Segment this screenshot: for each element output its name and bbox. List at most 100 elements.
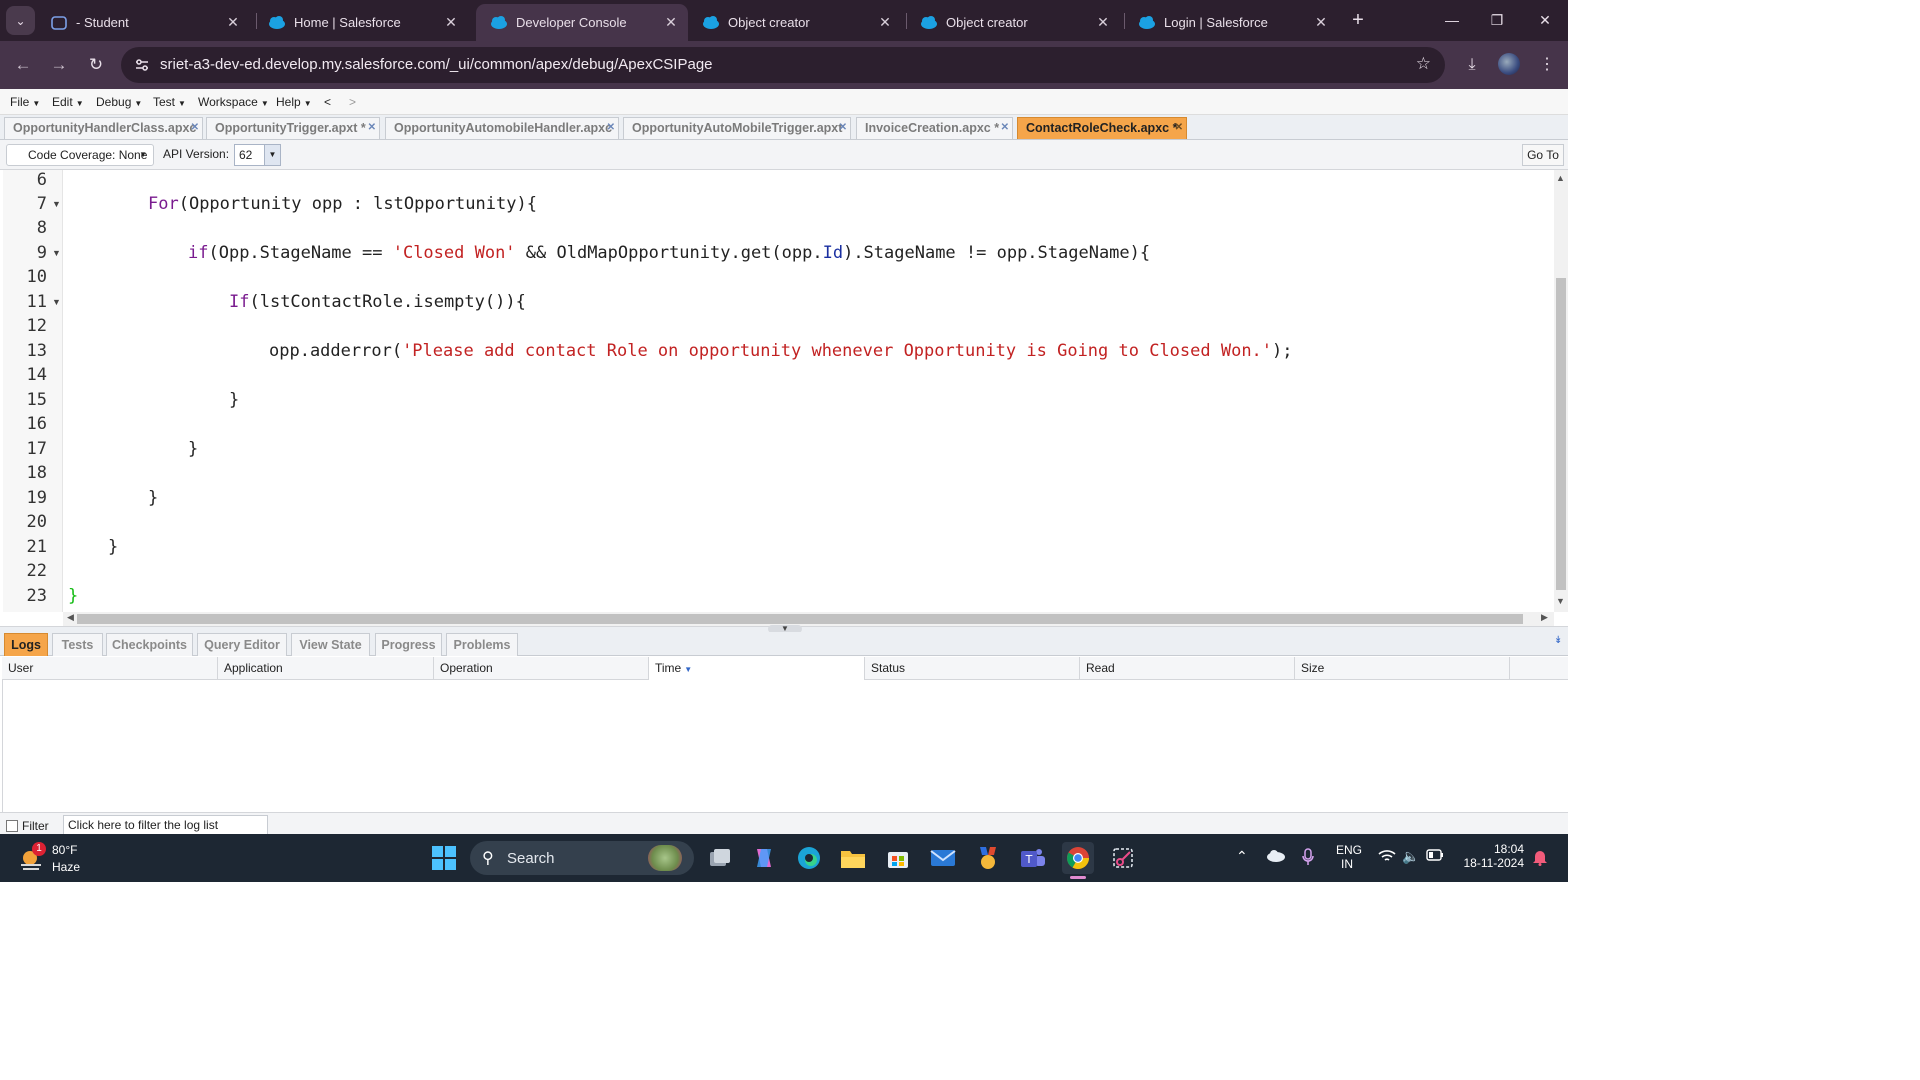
tab-progress[interactable]: Progress xyxy=(375,633,442,656)
chevron-up-icon[interactable]: ⌃ xyxy=(1236,848,1248,865)
forward-arrow-icon[interactable]: → xyxy=(47,53,71,77)
microphone-icon[interactable] xyxy=(1302,848,1314,869)
column-header-time[interactable]: Time ▼ xyxy=(649,657,865,680)
copilot-icon[interactable] xyxy=(748,842,780,874)
menu-workspace[interactable]: Workspace ▼ xyxy=(198,95,269,109)
microsoft-store-icon[interactable] xyxy=(882,842,914,874)
download-icon[interactable]: ⤓ xyxy=(1460,53,1484,77)
close-file-tab-icon[interactable]: ✕ xyxy=(191,118,199,138)
back-arrow-icon[interactable]: ← xyxy=(11,53,35,77)
menu-help[interactable]: Help ▼ xyxy=(276,95,312,109)
mail-icon[interactable] xyxy=(927,842,959,874)
browser-tab-developer-console[interactable]: Developer Console ✕ xyxy=(476,4,688,41)
code-coverage-select[interactable]: Code Coverage: None ▼ xyxy=(6,144,154,166)
close-file-tab-icon[interactable]: ✕ xyxy=(607,118,615,138)
tab-problems[interactable]: Problems xyxy=(446,633,518,656)
file-tab-active[interactable]: ContactRoleCheck.apxc * ✕ xyxy=(1017,117,1187,139)
close-tab-icon[interactable]: ✕ xyxy=(222,14,244,31)
language-indicator[interactable]: ENG IN xyxy=(1336,843,1362,871)
task-view-icon[interactable] xyxy=(704,842,736,874)
edge-browser-icon[interactable] xyxy=(793,842,825,874)
tab-query-editor[interactable]: Query Editor xyxy=(197,633,287,656)
file-tab[interactable]: InvoiceCreation.apxc * ✕ xyxy=(856,117,1013,139)
bookmark-star-icon[interactable]: ☆ xyxy=(1416,54,1431,74)
close-tab-icon[interactable]: ✕ xyxy=(1092,14,1114,31)
teams-icon[interactable]: T xyxy=(1017,842,1049,874)
tab-checkpoints[interactable]: Checkpoints xyxy=(106,633,193,656)
reload-icon[interactable]: ↻ xyxy=(84,53,108,77)
scrollbar-thumb[interactable] xyxy=(77,614,1523,624)
menu-debug[interactable]: Debug ▼ xyxy=(96,95,142,109)
minimize-icon[interactable]: — xyxy=(1437,8,1467,32)
battery-icon[interactable] xyxy=(1426,849,1444,864)
go-to-button[interactable]: Go To xyxy=(1522,144,1564,166)
notification-bell-icon[interactable] xyxy=(1532,848,1548,869)
column-header-operation[interactable]: Operation xyxy=(434,657,649,680)
filter-checkbox[interactable] xyxy=(6,820,18,832)
close-file-tab-icon[interactable]: ✕ xyxy=(1001,118,1009,138)
column-header-read[interactable]: Read xyxy=(1080,657,1295,680)
file-explorer-icon[interactable] xyxy=(837,842,869,874)
file-tab[interactable]: OpportunityTrigger.apxt * ✕ xyxy=(206,117,380,139)
windows-start-icon[interactable] xyxy=(428,842,460,874)
menu-test[interactable]: Test ▼ xyxy=(153,95,186,109)
clock[interactable]: 18:04 18-11-2024 xyxy=(1460,842,1525,870)
close-file-tab-icon[interactable]: ✕ xyxy=(839,118,847,138)
weather-widget[interactable]: 1 80°F Haze xyxy=(18,839,98,877)
fold-arrow-icon[interactable]: ▼ xyxy=(52,199,61,209)
browser-tab-object-creator[interactable]: Object creator ✕ xyxy=(688,4,902,41)
rewards-medal-icon[interactable] xyxy=(972,842,1004,874)
tab-tests[interactable]: Tests xyxy=(52,633,103,656)
scroll-up-icon[interactable]: ▲ xyxy=(1556,173,1565,183)
close-file-tab-icon[interactable]: ✕ xyxy=(1175,118,1183,138)
close-tab-icon[interactable]: ✕ xyxy=(1310,14,1332,31)
scroll-down-icon[interactable]: ▼ xyxy=(1556,596,1565,606)
speaker-icon[interactable]: 🔈 xyxy=(1402,848,1419,865)
history-back-button[interactable]: < xyxy=(324,95,331,109)
filter-log-input[interactable]: Click here to filter the log list xyxy=(63,815,268,835)
file-tab[interactable]: OpportunityAutoMobileTrigger.apxt ✕ xyxy=(623,117,851,139)
chrome-browser-icon[interactable] xyxy=(1062,842,1094,874)
taskbar-search-box[interactable]: ⚲ Search xyxy=(470,841,694,875)
api-version-select[interactable]: 62 ▼ xyxy=(234,144,281,166)
restore-icon[interactable]: ❐ xyxy=(1482,8,1512,32)
file-tab[interactable]: OpportunityAutomobileHandler.apxc ✕ xyxy=(385,117,619,139)
browser-tab-object-creator-2[interactable]: Object creator ✕ xyxy=(906,4,1120,41)
tab-logs[interactable]: Logs xyxy=(4,633,48,656)
scrollbar-thumb[interactable] xyxy=(1556,278,1566,590)
collapse-panel-icon[interactable]: ↡ xyxy=(1554,635,1566,649)
site-info-icon[interactable] xyxy=(133,56,151,74)
column-header-user[interactable]: User xyxy=(2,657,218,680)
file-tab[interactable]: OpportunityHandlerClass.apxc ✕ xyxy=(4,117,203,139)
browser-tab-login-salesforce[interactable]: Login | Salesforce ✕ xyxy=(1124,4,1338,41)
menu-edit[interactable]: Edit ▼ xyxy=(52,95,84,109)
close-tab-icon[interactable]: ✕ xyxy=(440,14,462,31)
close-tab-icon[interactable]: ✕ xyxy=(874,14,896,31)
menu-file[interactable]: File ▼ xyxy=(10,95,40,109)
editor-horizontal-scrollbar[interactable]: ◀ ▶ xyxy=(63,612,1554,626)
wifi-icon[interactable] xyxy=(1378,848,1396,867)
close-window-icon[interactable]: ✕ xyxy=(1530,8,1560,32)
code-editor[interactable]: 6 7 ▼ 8 9 ▼ 10 11 ▼ 12 13 14 15 16 17 18… xyxy=(3,170,1553,612)
editor-vertical-scrollbar[interactable]: ▲ ▼ xyxy=(1554,170,1568,612)
tab-view-state[interactable]: View State xyxy=(291,633,370,656)
log-list[interactable] xyxy=(2,680,1568,812)
url-omnibox[interactable]: sriet-a3-dev-ed.develop.my.salesforce.co… xyxy=(121,47,1445,83)
tab-search-chevron-icon[interactable]: ⌄ xyxy=(6,6,35,35)
close-file-tab-icon[interactable]: ✕ xyxy=(368,118,376,138)
column-header-application[interactable]: Application xyxy=(218,657,434,680)
close-tab-icon[interactable]: ✕ xyxy=(660,14,682,31)
column-header-size[interactable]: Size xyxy=(1295,657,1510,680)
snipping-tool-icon[interactable] xyxy=(1107,842,1139,874)
new-tab-plus-icon[interactable]: + xyxy=(1347,9,1369,31)
fold-arrow-icon[interactable]: ▼ xyxy=(52,297,61,307)
fold-arrow-icon[interactable]: ▼ xyxy=(52,248,61,258)
column-header-status[interactable]: Status xyxy=(865,657,1080,680)
kebab-menu-icon[interactable]: ⋮ xyxy=(1535,53,1559,77)
browser-tab-student[interactable]: - Student ✕ xyxy=(36,4,250,41)
scroll-left-icon[interactable]: ◀ xyxy=(67,612,74,623)
scroll-right-icon[interactable]: ▶ xyxy=(1541,612,1548,623)
onedrive-cloud-icon[interactable] xyxy=(1266,848,1286,865)
history-forward-button[interactable]: > xyxy=(349,95,356,109)
browser-tab-home-salesforce[interactable]: Home | Salesforce ✕ xyxy=(254,4,468,41)
